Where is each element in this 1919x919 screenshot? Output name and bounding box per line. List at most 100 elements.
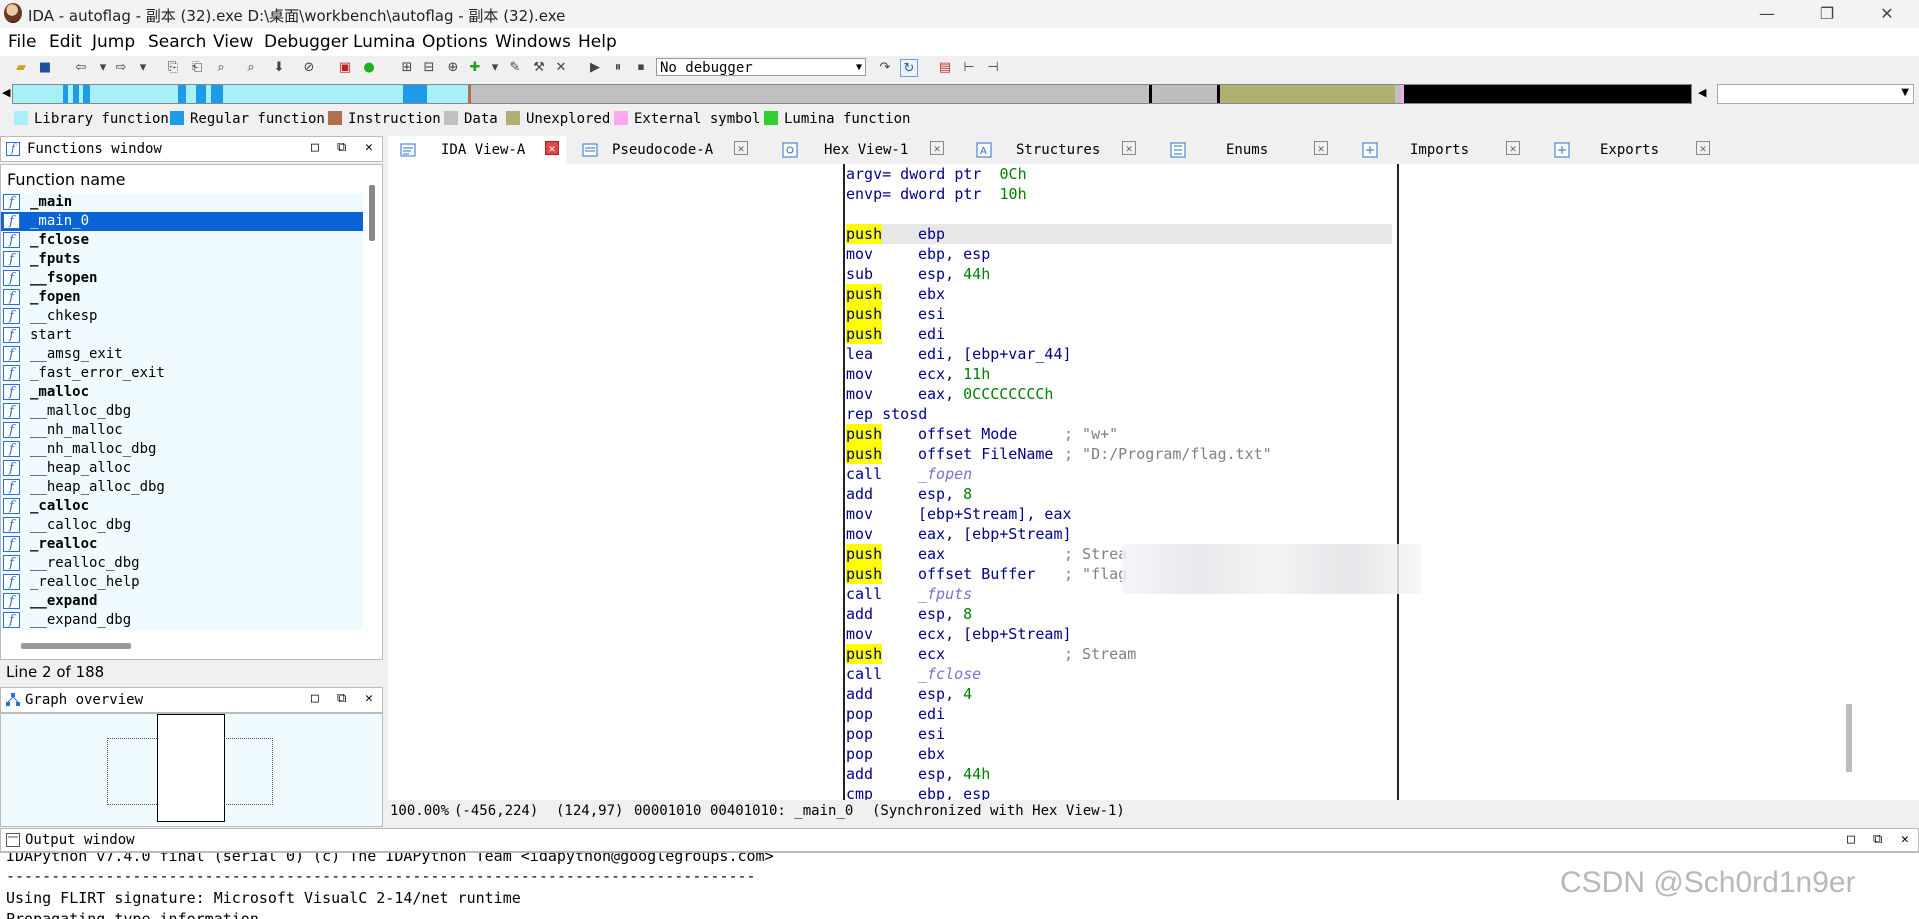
open-file-icon[interactable]: ▰ [12, 59, 30, 77]
menu-help[interactable]: Help [578, 32, 617, 52]
mnemonic[interactable]: add [846, 684, 873, 704]
breakpoint-list-icon[interactable]: ▤ [936, 59, 954, 77]
function-list-item[interactable]: f __realloc_dbg [1, 554, 363, 573]
tool-icon[interactable]: ✎ [506, 59, 524, 77]
operand[interactable]: edi [918, 324, 945, 344]
tab-close-icon[interactable]: ✕ [1506, 141, 1520, 155]
horizontal-scrollbar[interactable] [21, 643, 131, 649]
operand[interactable]: offset Mode [918, 424, 1017, 444]
mnemonic[interactable]: push [846, 304, 883, 324]
mnemonic[interactable]: pop [846, 724, 873, 744]
add-green-icon[interactable]: ✚ [466, 59, 484, 77]
disassembly-line[interactable]: mov eax, [ebp+Stream] [846, 524, 1392, 544]
disassembly-line[interactable]: push ebp [846, 224, 1392, 244]
function-list-item[interactable]: f _malloc [1, 383, 363, 402]
function-list-item[interactable]: f __nh_malloc [1, 421, 363, 440]
operand[interactable]: eax, 0CCCCCCCCh [918, 384, 1053, 404]
disassembly-line[interactable]: push ecx ; Stream [846, 644, 1392, 664]
vertical-scrollbar[interactable] [1846, 704, 1852, 772]
function-list-item[interactable]: f _fclose [1, 231, 363, 250]
disassembly-line[interactable]: envp= dword ptr 10h [846, 184, 1392, 204]
hide-icon[interactable]: ⊘ [300, 59, 318, 77]
disassembly-line[interactable]: mov [ebp+Stream], eax [846, 504, 1392, 524]
function-reference[interactable]: _fclose [918, 664, 981, 684]
operand[interactable]: ebx [918, 744, 945, 764]
mnemonic[interactable]: call [846, 584, 882, 604]
panel-minimize-icon[interactable]: □ [311, 691, 319, 706]
tab-ida-view-a[interactable]: IDA View-A ✕ [388, 136, 566, 164]
disassembly-line[interactable]: add esp, 44h [846, 764, 1392, 784]
tab-imports[interactable]: Imports ✕ [1350, 136, 1540, 164]
function-list-item[interactable]: f start [1, 326, 363, 345]
mnemonic[interactable]: push [846, 444, 883, 464]
step-icon[interactable]: ↷ [876, 59, 894, 77]
disassembly-line[interactable]: push ebx [846, 284, 1392, 304]
function-reference[interactable]: _fputs [918, 584, 972, 604]
ida-view-a-disassembly[interactable]: argv= dword ptr 0Ch envp= dword ptr 10h pu… [388, 164, 1919, 803]
disassembly-line[interactable]: add esp, 8 [846, 484, 1392, 504]
debugger-select[interactable]: No debugger ▼ [656, 58, 866, 76]
operand[interactable]: esp, 8 [918, 604, 972, 624]
mnemonic[interactable]: add [846, 484, 873, 504]
function-list-item[interactable]: f _fopen [1, 288, 363, 307]
menu-lumina[interactable]: Lumina [353, 32, 415, 52]
panel-close-icon[interactable]: ✕ [365, 691, 373, 706]
mnemonic[interactable]: mov [846, 624, 873, 644]
function-list-item[interactable]: f __chkesp [1, 307, 363, 326]
edit-function-icon[interactable]: ⊟ [420, 59, 438, 77]
operand[interactable]: offset FileName [918, 444, 1053, 464]
mnemonic[interactable]: mov [846, 504, 873, 524]
function-list-item[interactable]: f __nh_malloc_dbg [1, 440, 363, 459]
mnemonic[interactable]: mov [846, 384, 873, 404]
mnemonic[interactable]: add [846, 764, 873, 784]
operand[interactable]: esp, 4 [918, 684, 972, 704]
dropdown-arrow-icon[interactable]: ▾ [94, 59, 112, 77]
function-list-item[interactable]: f __expand_dbg [1, 611, 363, 630]
operand[interactable]: esp, 44h [918, 264, 990, 284]
breakpoint-delete-icon[interactable]: ⊣ [984, 59, 1002, 77]
panel-close-icon[interactable]: ✕ [365, 140, 373, 155]
mnemonic[interactable]: mov [846, 364, 873, 384]
menu-jump[interactable]: Jump [92, 32, 135, 52]
stop-icon[interactable]: ⏹ [632, 59, 650, 77]
save-icon[interactable]: ■ [36, 59, 54, 77]
function-list-item[interactable]: f __malloc_dbg [1, 402, 363, 421]
breakpoint-add-icon[interactable]: ⊢ [960, 59, 978, 77]
delete-icon[interactable]: ✕ [552, 59, 570, 77]
function-list-item[interactable]: f _main_0 [1, 212, 363, 231]
function-list-item[interactable]: f __calloc_dbg [1, 516, 363, 535]
function-list-item[interactable]: f _fast_error_exit [1, 364, 363, 383]
disassembly-line[interactable]: pop ebx [846, 744, 1392, 764]
mnemonic[interactable]: push [846, 644, 883, 664]
menu-options[interactable]: Options [422, 32, 488, 52]
tab-close-icon[interactable]: ✕ [545, 141, 559, 155]
disassembly-line[interactable]: lea edi, [ebp+var_44] [846, 344, 1392, 364]
disassembly-line[interactable]: call _fclose [846, 664, 1392, 684]
pause-icon[interactable]: ⏸ [609, 59, 627, 77]
operand[interactable]: offset Buffer [918, 564, 1035, 584]
panel-minimize-icon[interactable]: □ [311, 140, 319, 155]
menu-windows[interactable]: Windows [495, 32, 571, 52]
menu-edit[interactable]: Edit [49, 32, 82, 52]
tab-close-icon[interactable]: ✕ [1122, 141, 1136, 155]
tab-hex-view-1[interactable]: Hex View-1 ✕ [770, 136, 962, 164]
function-list-item[interactable]: f __amsg_exit [1, 345, 363, 364]
mnemonic[interactable]: lea [846, 344, 873, 364]
function-list-item[interactable]: f _calloc [1, 497, 363, 516]
panel-close-icon[interactable]: ✕ [1901, 832, 1909, 847]
disassembly-line[interactable]: add esp, 4 [846, 684, 1392, 704]
disassembly-line[interactable]: argv= dword ptr 0Ch [846, 164, 1392, 184]
disassembly-line[interactable]: pop esi [846, 724, 1392, 744]
operand[interactable]: edi, [ebp+var_44] [918, 344, 1072, 364]
operand[interactable]: esp, 8 [918, 484, 972, 504]
forward-icon[interactable]: ⇨ [112, 59, 130, 77]
operand[interactable]: esi [918, 304, 945, 324]
disassembly-line[interactable] [846, 204, 1392, 224]
mnemonic[interactable]: push [846, 224, 883, 244]
paste-icon[interactable]: ⎗ [188, 59, 206, 77]
disassembly-line[interactable]: mov ebp, esp [846, 244, 1392, 264]
add-icon[interactable]: ⊕ [444, 59, 462, 77]
panel-float-icon[interactable]: ⧉ [337, 140, 346, 155]
operand[interactable]: ebp [918, 224, 945, 244]
tab-close-icon[interactable]: ✕ [734, 141, 748, 155]
